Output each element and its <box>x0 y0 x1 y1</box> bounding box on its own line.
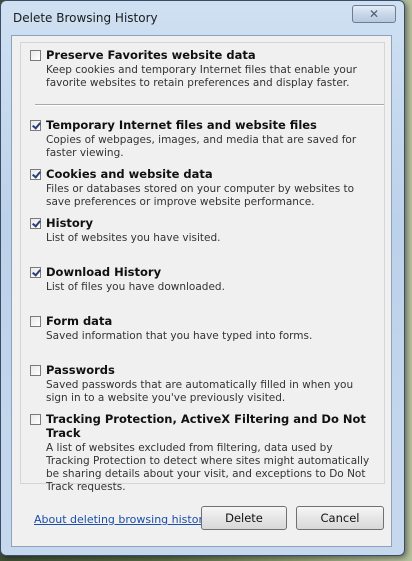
tracking-protection-checkbox[interactable] <box>30 414 41 425</box>
option-temporary-files[interactable]: Temporary Internet files and website fil… <box>30 118 380 160</box>
separator <box>35 104 384 106</box>
option-label: Cookies and website data <box>46 167 213 181</box>
cancel-button[interactable]: Cancel <box>296 506 384 530</box>
passwords-checkbox[interactable] <box>30 365 41 376</box>
option-description: List of websites you have visited. <box>46 232 221 244</box>
option-label: Passwords <box>46 363 115 377</box>
dialog-title: Delete Browsing History <box>13 11 158 25</box>
option-passwords[interactable]: Passwords Saved passwords that are autom… <box>30 363 380 405</box>
temporary-files-checkbox[interactable] <box>30 120 41 131</box>
close-icon: ✕ <box>368 7 380 21</box>
history-checkbox[interactable] <box>30 218 41 229</box>
download-history-checkbox[interactable] <box>30 267 41 278</box>
option-description: List of files you have downloaded. <box>46 281 225 293</box>
option-label: Form data <box>46 314 113 328</box>
option-description: A list of websites excluded from filteri… <box>46 442 370 493</box>
delete-button[interactable]: Delete <box>201 506 287 530</box>
option-label: Tracking Protection, ActiveX Filtering a… <box>46 412 366 440</box>
option-description: Files or databases stored on your comput… <box>46 183 355 208</box>
delete-browsing-history-dialog: Delete Browsing History ✕ Preserve Favor… <box>0 0 405 556</box>
close-button[interactable]: ✕ <box>352 5 396 23</box>
option-label: Preserve Favorites website data <box>46 48 256 62</box>
option-label: Download History <box>46 265 162 279</box>
option-history[interactable]: History List of websites you have visite… <box>30 216 380 245</box>
preserve-favorites-checkbox[interactable] <box>30 50 41 61</box>
dialog-client-area: Preserve Favorites website data Keep coo… <box>11 35 392 547</box>
option-label: History <box>46 216 93 230</box>
option-cookies[interactable]: Cookies and website data Files or databa… <box>30 167 380 209</box>
about-deleting-history-link[interactable]: About deleting browsing history <box>34 513 209 526</box>
option-description: Keep cookies and temporary Internet file… <box>46 64 357 89</box>
option-form-data[interactable]: Form data Saved information that you hav… <box>30 314 380 343</box>
option-description: Saved information that you have typed in… <box>46 330 313 342</box>
option-tracking-protection[interactable]: Tracking Protection, ActiveX Filtering a… <box>30 412 380 494</box>
cookies-checkbox[interactable] <box>30 169 41 180</box>
option-description: Copies of webpages, images, and media th… <box>46 134 357 159</box>
option-preserve-favorites[interactable]: Preserve Favorites website data Keep coo… <box>30 48 380 90</box>
option-download-history[interactable]: Download History List of files you have … <box>30 265 380 294</box>
title-bar: Delete Browsing History ✕ <box>1 1 404 31</box>
form-data-checkbox[interactable] <box>30 316 41 327</box>
option-label: Temporary Internet files and website fil… <box>46 118 317 132</box>
option-description: Saved passwords that are automatically f… <box>46 379 354 404</box>
